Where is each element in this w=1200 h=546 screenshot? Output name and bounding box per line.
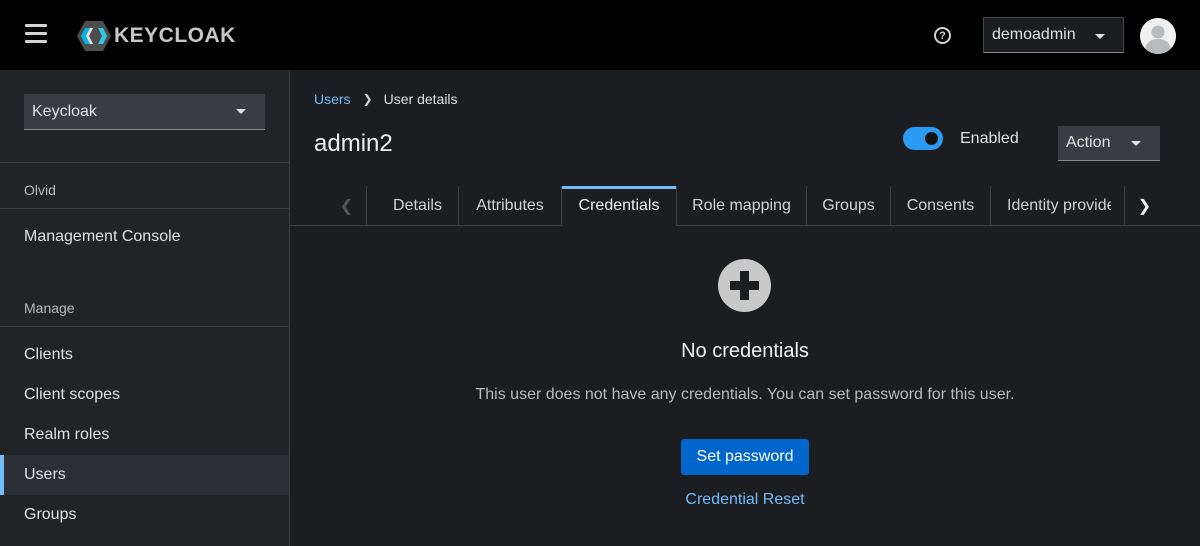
empty-state-body: This user does not have any credentials.… — [475, 386, 1015, 403]
caret-down-icon — [236, 109, 246, 114]
enabled-toggle[interactable] — [903, 127, 943, 150]
realm-selector-label: Keycloak — [32, 102, 97, 120]
tab-groups[interactable]: Groups — [807, 186, 891, 226]
tab-identity-provider-links[interactable]: Identity provider links — [991, 186, 1111, 226]
sidebar-item-groups[interactable]: Groups — [0, 495, 289, 535]
divider — [0, 208, 289, 209]
empty-state-title: No credentials — [681, 340, 809, 362]
divider — [0, 162, 289, 163]
action-dropdown[interactable]: Action — [1058, 126, 1160, 161]
sidebar-item-client-scopes[interactable]: Client scopes — [0, 375, 289, 415]
tab-attributes[interactable]: Attributes — [459, 186, 562, 226]
caret-down-icon — [1095, 34, 1105, 39]
enabled-label: Enabled — [960, 130, 1019, 147]
action-dropdown-label: Action — [1066, 134, 1111, 151]
caret-down-icon — [1131, 141, 1141, 146]
scroll-right-icon[interactable]: ❯ — [1124, 186, 1164, 225]
user-menu-label: demoadmin — [992, 26, 1076, 43]
sidebar-item-clients[interactable]: Clients — [0, 335, 289, 375]
tab-role-mapping[interactable]: Role mapping — [677, 186, 807, 226]
brand-name: KEYCLOAK — [114, 24, 236, 47]
help-icon[interactable]: ? — [934, 27, 951, 44]
sidebar-nav: Keycloak Olvid Management Console Manage… — [0, 70, 290, 546]
set-password-button[interactable]: Set password — [681, 439, 809, 475]
nav-section-olvid: Olvid — [24, 182, 56, 198]
realm-selector[interactable]: Keycloak — [24, 94, 265, 130]
keycloak-logo-icon — [77, 21, 111, 51]
tab-credentials[interactable]: Credentials — [562, 186, 677, 226]
user-menu-dropdown[interactable]: demoadmin — [983, 17, 1124, 53]
tab-consents[interactable]: Consents — [891, 186, 991, 226]
keycloak-logo[interactable]: KEYCLOAK — [76, 20, 236, 52]
user-avatar-icon — [1140, 18, 1176, 54]
scroll-left-icon[interactable]: ❮ — [327, 186, 367, 225]
breadcrumb: Users ❯ User details — [314, 91, 458, 107]
add-circle-icon — [718, 259, 771, 312]
sidebar-item-users[interactable]: Users — [0, 455, 289, 495]
tab-list: Details Attributes Credentials Role mapp… — [377, 186, 1111, 226]
page-title: admin2 — [314, 130, 393, 157]
sidebar-item-realm-roles[interactable]: Realm roles — [0, 415, 289, 455]
tab-details[interactable]: Details — [377, 186, 459, 226]
hamburger-menu-icon[interactable] — [25, 24, 47, 44]
toggle-knob — [925, 132, 938, 145]
nav-section-manage: Manage — [24, 300, 75, 316]
tab-bar: ❮ Details Attributes Credentials Role ma… — [290, 186, 1200, 226]
sidebar-item-management-console[interactable]: Management Console — [0, 217, 289, 257]
breadcrumb-users-link[interactable]: Users — [314, 91, 351, 107]
credential-reset-link[interactable]: Credential Reset — [640, 491, 850, 509]
chevron-right-icon: ❯ — [362, 92, 373, 106]
masthead: KEYCLOAK ? demoadmin — [0, 0, 1200, 70]
breadcrumb-current: User details — [383, 91, 458, 107]
avatar[interactable] — [1140, 18, 1176, 54]
divider — [0, 326, 289, 327]
